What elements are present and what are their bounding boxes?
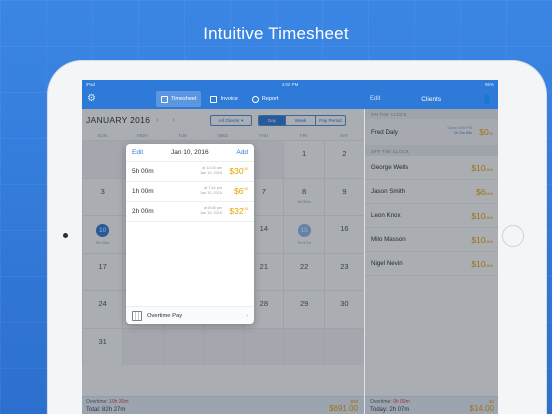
popover-date: Jan 10, 2016 — [171, 149, 209, 156]
tab-timesheet[interactable]: Timesheet — [156, 91, 202, 107]
price-cents: 00 — [243, 206, 248, 212]
entry-duration: 5h 00m — [132, 168, 154, 175]
invoice-icon — [210, 95, 218, 103]
entry-duration: 2h 00m — [132, 208, 154, 215]
clients-panel: ON THE CLOCK Fred Daly Since 3:59 PM 0h … — [364, 109, 498, 414]
clients-header: Edit Clients 👤 — [364, 89, 498, 109]
tab-report[interactable]: Report — [247, 91, 284, 107]
entry-date: Jan 10, 2016 — [200, 191, 222, 195]
clients-edit-button[interactable]: Edit — [370, 96, 380, 102]
ipad-home-button — [502, 225, 524, 247]
entry-meta: at 11:04 am Jan 10, 2016 — [200, 166, 222, 176]
top-navigation: ⚙ Timesheet Invoice Report Edit Clients … — [82, 89, 498, 109]
entry-meta: at 7:44 pm Jan 10, 2016 — [200, 186, 222, 196]
app-screen: iPad 4:02 PM 95% ⚙ Timesheet Invoice Rep… — [82, 80, 498, 414]
carrier-label: iPad — [86, 82, 96, 87]
promo-title: Intuitive Timesheet — [203, 24, 349, 43]
popover-add-button[interactable]: Add — [236, 149, 248, 156]
tab-label: Invoice — [220, 96, 238, 102]
time-entry-row[interactable]: 2h 00m at 8:08 pm Jan 10, 2016 $3200 — [126, 202, 254, 222]
tab-invoice[interactable]: Invoice — [205, 91, 242, 107]
report-icon — [251, 95, 259, 103]
clock-label: 4:02 PM — [281, 82, 299, 87]
entry-price: $600 — [234, 186, 248, 196]
main-tabs: Timesheet Invoice Report — [156, 91, 283, 107]
entry-price: $3000 — [229, 166, 248, 176]
price-value: $6 — [234, 186, 244, 196]
time-entry-row[interactable]: 5h 00m at 11:04 am Jan 10, 2016 $3000 — [126, 162, 254, 182]
timesheet-icon — [161, 95, 168, 103]
entry-price: $3200 — [229, 206, 248, 216]
price-cents: 00 — [243, 186, 248, 192]
overtime-pay-label: Overtime Pay — [147, 312, 183, 319]
time-entry-row[interactable]: 1h 00m at 7:44 pm Jan 10, 2016 $600 — [126, 182, 254, 202]
gear-icon[interactable]: ⚙ — [87, 93, 96, 104]
status-bar: iPad 4:02 PM 95% — [82, 80, 498, 89]
overtime-pay-row[interactable]: Overtime Pay › — [126, 306, 254, 324]
popover-edit-button[interactable]: Edit — [132, 149, 143, 156]
entry-date: Jan 10, 2016 — [200, 211, 222, 215]
entries-list: 5h 00m at 11:04 am Jan 10, 2016 $3000 1h 00m… — [126, 162, 254, 222]
popover-header: Edit Jan 10, 2016 Add — [126, 144, 254, 162]
calculator-icon — [132, 310, 142, 321]
modal-dim-overlay[interactable] — [365, 109, 498, 414]
price-cents: 00 — [243, 166, 248, 172]
battery-label: 95% — [484, 82, 494, 87]
entry-meta: at 8:08 pm Jan 10, 2016 — [200, 206, 222, 216]
price-value: $30 — [229, 166, 244, 176]
tab-label: Timesheet — [171, 96, 197, 102]
entry-date: Jan 10, 2016 — [200, 171, 222, 175]
add-client-icon[interactable]: 👤 — [482, 95, 492, 104]
day-entries-popover: Edit Jan 10, 2016 Add 5h 00m at 11:04 am J… — [126, 144, 254, 324]
entry-duration: 1h 00m — [132, 188, 154, 195]
chevron-right-icon: › — [246, 312, 248, 319]
clients-title: Clients — [421, 95, 442, 103]
price-value: $32 — [229, 206, 244, 216]
ipad-camera — [63, 233, 68, 238]
tab-label: Report — [261, 96, 279, 102]
